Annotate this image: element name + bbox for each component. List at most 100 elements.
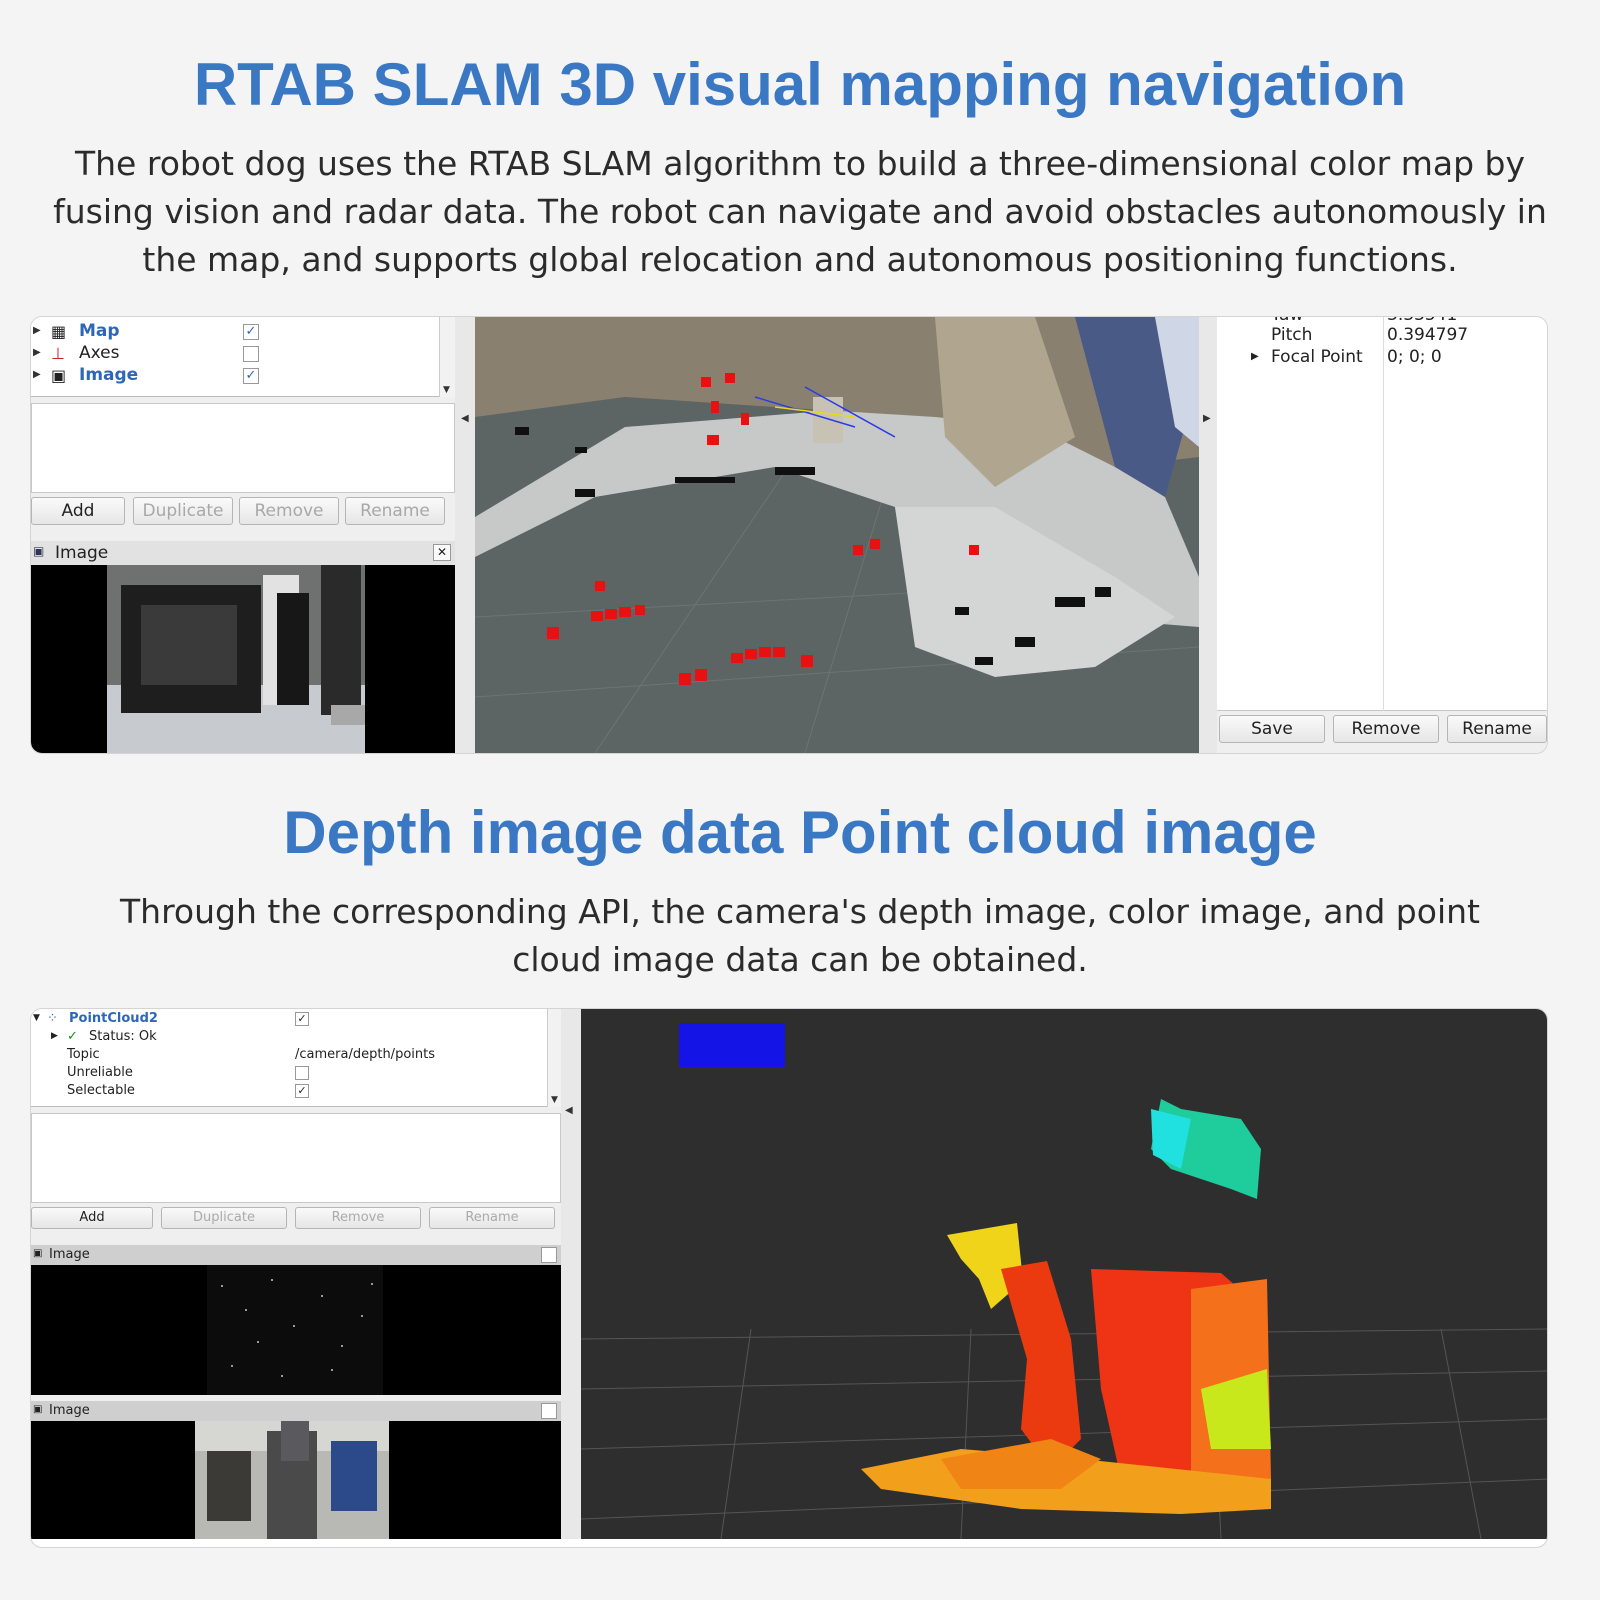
- image-panel-title: Image: [49, 1403, 90, 1418]
- property-key: Focal Point: [1271, 347, 1363, 367]
- property-key: Selectable: [67, 1083, 135, 1098]
- pointcloud-icon: ⁘: [47, 1011, 58, 1026]
- add-button[interactable]: Add: [31, 1207, 153, 1229]
- duplicate-button[interactable]: Duplicate: [133, 497, 233, 525]
- image-icon: ▣: [33, 544, 45, 558]
- map-3d-view[interactable]: [475, 317, 1199, 753]
- display-checkbox-pointcloud2[interactable]: ✓: [295, 1012, 309, 1026]
- map-icon: ▦: [51, 322, 67, 341]
- view-remove-button[interactable]: Remove: [1333, 715, 1439, 743]
- axes-icon: ⊥: [51, 344, 65, 363]
- rename-button[interactable]: Rename: [429, 1207, 555, 1229]
- property-row-unreliable[interactable]: Unreliable: [31, 1065, 541, 1083]
- property-value[interactable]: 0.394797: [1387, 325, 1468, 345]
- color-image-view: [31, 1421, 561, 1539]
- collapse-left-icon[interactable]: ◀: [461, 413, 469, 424]
- property-row-focal-point[interactable]: ▶ Focal Point 0; 0; 0: [1217, 347, 1547, 369]
- unreliable-checkbox[interactable]: [295, 1066, 309, 1080]
- collapse-left-icon[interactable]: ◀: [565, 1105, 573, 1116]
- status-label: Status: Ok: [89, 1029, 157, 1044]
- property-value[interactable]: 3.33541: [1387, 317, 1457, 325]
- displays-tree: ▼ ⁘ PointCloud2 ✓ ▶ ✓ Status: Ok Topic /…: [31, 1009, 561, 1107]
- remove-button[interactable]: Remove: [295, 1207, 421, 1229]
- property-row-pitch[interactable]: Pitch 0.394797: [1217, 325, 1547, 347]
- section2-title: Depth image data Point cloud image: [283, 799, 1317, 866]
- image-panel-title: Image: [55, 543, 109, 563]
- property-value[interactable]: 0; 0; 0: [1387, 347, 1442, 367]
- views-panel: Yaw 3.33541 Pitch 0.394797 ▶ Focal Point…: [1217, 317, 1547, 753]
- collapse-right-icon[interactable]: ▶: [1203, 413, 1211, 424]
- display-description-box: [31, 403, 455, 493]
- left-splitter[interactable]: ◀: [455, 317, 475, 753]
- display-row-image[interactable]: ▶ ▣ Image ✓: [31, 365, 451, 387]
- camera-frame: [107, 565, 365, 753]
- property-key: Unreliable: [67, 1065, 133, 1080]
- float-panel-icon[interactable]: [541, 1403, 557, 1419]
- display-checkbox-axes[interactable]: [243, 346, 259, 362]
- scroll-down-icon[interactable]: ▼: [551, 1095, 558, 1105]
- section1-title: RTAB SLAM 3D visual mapping navigation: [193, 51, 1407, 118]
- left-splitter[interactable]: ◀: [561, 1009, 581, 1539]
- selectable-checkbox[interactable]: ✓: [295, 1084, 309, 1098]
- status-row[interactable]: ▶ ✓ Status: Ok: [31, 1029, 541, 1047]
- display-row-map[interactable]: ▶ ▦ Map ✓: [31, 321, 451, 343]
- image-panel-titlebar: ▣ Image ✕: [31, 541, 455, 565]
- depth-frame: [207, 1265, 383, 1395]
- display-label: Map: [79, 321, 120, 341]
- section1-description: The robot dog uses the RTAB SLAM algorit…: [53, 144, 1547, 279]
- image-panel-title: Image: [49, 1247, 90, 1262]
- depth-image-view: [31, 1265, 561, 1395]
- property-row-selectable[interactable]: Selectable ✓: [31, 1083, 541, 1101]
- property-key: Pitch: [1271, 325, 1313, 345]
- pointcloud-render: [581, 1023, 1547, 1539]
- expand-arrow-icon[interactable]: ▶: [1251, 351, 1259, 362]
- depth-image-titlebar: ▣ Image: [31, 1245, 561, 1265]
- camera-image-view: [31, 565, 455, 753]
- displays-panel: ▶ ▦ Map ✓ ▶ ⊥ Axes ▶ ▣ Image ✓ ▼ Add Dup…: [31, 317, 455, 753]
- image-icon: ▣: [51, 366, 67, 385]
- column-divider: [1383, 317, 1384, 711]
- display-label: Axes: [79, 343, 120, 363]
- image-icon: ▣: [33, 1248, 43, 1259]
- property-row-topic[interactable]: Topic /camera/depth/points: [31, 1047, 541, 1065]
- scroll-down-icon[interactable]: ▼: [443, 385, 450, 395]
- check-icon: ✓: [67, 1029, 78, 1044]
- displays-panel: ▼ ⁘ PointCloud2 ✓ ▶ ✓ Status: Ok Topic /…: [31, 1009, 561, 1539]
- pointcloud-3d-view[interactable]: [581, 1009, 1547, 1539]
- float-panel-icon[interactable]: [541, 1247, 557, 1263]
- display-row-axes[interactable]: ▶ ⊥ Axes: [31, 343, 451, 365]
- rename-button[interactable]: Rename: [345, 497, 445, 525]
- expand-arrow-icon[interactable]: ▶: [51, 1031, 58, 1041]
- section2-description: Through the corresponding API, the camer…: [120, 892, 1480, 979]
- display-row-pointcloud2[interactable]: ▼ ⁘ PointCloud2 ✓: [31, 1011, 541, 1029]
- property-key: Yaw: [1271, 317, 1303, 325]
- expand-arrow-icon[interactable]: ▶: [33, 325, 41, 336]
- displays-tree: ▶ ▦ Map ✓ ▶ ⊥ Axes ▶ ▣ Image ✓ ▼: [31, 317, 455, 397]
- rtab-map-render: [475, 317, 1199, 753]
- display-label: PointCloud2: [69, 1011, 158, 1026]
- save-button[interactable]: Save: [1219, 715, 1325, 743]
- color-frame: [195, 1421, 389, 1539]
- display-checkbox-map[interactable]: ✓: [243, 324, 259, 340]
- display-checkbox-image[interactable]: ✓: [243, 368, 259, 384]
- view-rename-button[interactable]: Rename: [1447, 715, 1547, 743]
- view-properties: Yaw 3.33541 Pitch 0.394797 ▶ Focal Point…: [1217, 317, 1547, 711]
- display-description-box: [31, 1113, 561, 1203]
- add-button[interactable]: Add: [31, 497, 125, 525]
- property-value[interactable]: /camera/depth/points: [295, 1047, 435, 1062]
- rviz-pointcloud-panel: ▼ ⁘ PointCloud2 ✓ ▶ ✓ Status: Ok Topic /…: [30, 1008, 1548, 1548]
- property-key: Topic: [67, 1047, 100, 1062]
- expand-arrow-icon[interactable]: ▼: [33, 1013, 40, 1023]
- right-splitter[interactable]: ▶: [1199, 317, 1217, 753]
- close-icon[interactable]: ✕: [433, 544, 451, 561]
- expand-arrow-icon[interactable]: ▶: [33, 347, 41, 358]
- duplicate-button[interactable]: Duplicate: [161, 1207, 287, 1229]
- display-label: Image: [79, 365, 139, 385]
- tree-scrollbar[interactable]: ▼: [547, 1009, 561, 1107]
- color-image-titlebar: ▣ Image: [31, 1401, 561, 1421]
- rviz-rtab-panel: ▶ ▦ Map ✓ ▶ ⊥ Axes ▶ ▣ Image ✓ ▼ Add Dup…: [30, 316, 1548, 754]
- tree-scrollbar[interactable]: ▼: [439, 317, 455, 397]
- remove-button[interactable]: Remove: [239, 497, 339, 525]
- image-icon: ▣: [33, 1404, 43, 1415]
- expand-arrow-icon[interactable]: ▶: [33, 369, 41, 380]
